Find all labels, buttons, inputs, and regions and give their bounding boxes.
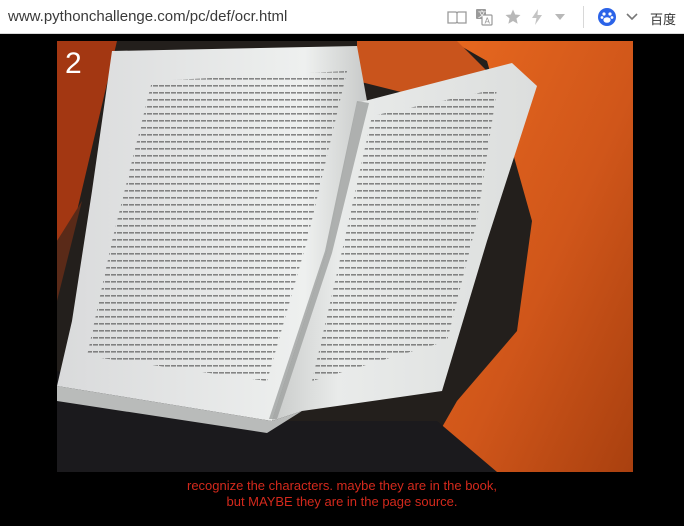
address-bar[interactable]: www.pythonchallenge.com/pc/def/ocr.html [8, 8, 287, 25]
caption-line-2: but MAYBE they are in the page source. [226, 494, 458, 509]
book-photo: 2 [57, 41, 633, 472]
chevron-down-icon[interactable] [626, 9, 638, 25]
reader-icon[interactable] [447, 9, 467, 25]
search-engine-label[interactable]: 百度 [650, 9, 676, 28]
caption-line-1: recognize the characters. maybe they are… [186, 478, 497, 493]
browser-toolbar: www.pythonchallenge.com/pc/def/ocr.html … [0, 0, 684, 34]
toolbar-divider [583, 6, 584, 28]
book-image [57, 41, 633, 472]
lightning-icon[interactable] [530, 9, 544, 25]
dropdown-icon[interactable] [554, 9, 566, 25]
svg-text:A: A [485, 17, 491, 26]
translate-icon[interactable]: 文 A [475, 9, 493, 26]
challenge-caption: recognize the characters. maybe they are… [0, 478, 684, 510]
baidu-paw-icon[interactable] [598, 8, 616, 26]
star-icon[interactable] [504, 9, 522, 25]
level-number: 2 [65, 47, 82, 80]
